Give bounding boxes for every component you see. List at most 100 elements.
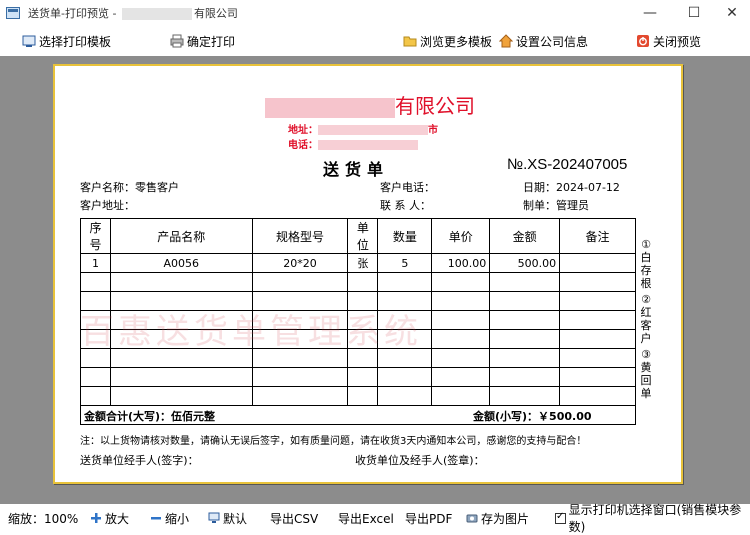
contact-person: 联 系 人：	[380, 199, 431, 212]
toolbar: 选择打印模板 确定打印 浏览更多模板 设置公司信息 关闭预览	[0, 26, 750, 56]
table-cell	[109, 386, 253, 406]
table-cell	[559, 272, 636, 292]
total-lower: 金额(小写)：￥500.00	[473, 410, 592, 423]
save-image-button[interactable]: 存为图片	[466, 510, 529, 526]
home-icon	[498, 34, 514, 48]
table-cell: 1	[80, 253, 111, 273]
app-icon	[6, 7, 20, 19]
table-cell	[347, 272, 379, 292]
table-row	[80, 367, 636, 387]
customer-address: 客户地址：	[80, 199, 135, 212]
table-cell	[431, 348, 491, 368]
customer-phone: 客户电话：	[380, 181, 435, 194]
default-zoom-button[interactable]: 默认	[208, 510, 247, 526]
table-cell	[251, 367, 349, 387]
table-cell	[251, 272, 349, 292]
table-row	[80, 386, 636, 406]
table-header-row: 序号 产品名称 规格型号 单位 数量 单价 金额 备注	[80, 218, 636, 254]
close-window-button[interactable]: ✕	[712, 0, 750, 26]
column-header: 序号	[80, 218, 111, 254]
table-cell	[347, 386, 379, 406]
table-cell: 500.00	[489, 253, 561, 273]
select-template-button[interactable]: 选择打印模板	[22, 32, 111, 50]
stub-red: ②红客户	[640, 293, 652, 345]
window-title: 送货单-打印预览 - 有限公司	[28, 7, 238, 20]
monitor-icon	[208, 512, 220, 524]
minus-icon	[150, 512, 162, 524]
table-cell	[431, 310, 491, 330]
print-preview-area[interactable]: 有限公司 地址：市 电话： 送货单 №.XS-202407005 客户名称：零售…	[0, 56, 750, 504]
table-row	[80, 272, 636, 292]
table-cell	[559, 386, 636, 406]
table-cell	[431, 329, 491, 349]
table-cell	[489, 386, 561, 406]
show-printer-label: 显示打印机选择窗口(销售模块参数)	[568, 503, 742, 534]
table-cell	[559, 367, 636, 387]
table-cell	[559, 291, 636, 311]
totals-row: 金额合计(大写)：伍佰元整 金额(小写)：￥500.00	[80, 405, 636, 425]
table-cell	[109, 367, 253, 387]
table-cell	[431, 272, 491, 292]
company-address: 地址：市	[288, 125, 438, 136]
table-cell	[80, 367, 111, 387]
export-csv-button[interactable]: 导出CSV	[270, 510, 318, 526]
sender-signature: 送货单位经手人(签字)：	[80, 454, 199, 467]
table-cell	[109, 272, 253, 292]
statusbar: 缩放：100% 放大 缩小 默认 导出CSV 导出Excel 导出PDF 存为图…	[0, 503, 750, 534]
close-preview-button[interactable]: 关闭预览	[636, 32, 701, 50]
zoom-out-button[interactable]: 缩小	[150, 510, 189, 526]
table-cell	[80, 386, 111, 406]
total-upper: 金额合计(大写)：伍佰元整	[84, 410, 216, 423]
stub-white: ①白存根	[640, 238, 652, 290]
table-cell: 5	[377, 253, 433, 273]
company-name: 有限公司	[265, 90, 475, 119]
zoom-in-label: 放大	[105, 511, 130, 526]
export-pdf-button[interactable]: 导出PDF	[405, 510, 452, 526]
table-cell	[489, 291, 561, 311]
table-cell	[489, 310, 561, 330]
table-cell	[377, 367, 433, 387]
confirm-print-button[interactable]: 确定打印	[170, 32, 235, 50]
browse-templates-label: 浏览更多模板	[420, 34, 493, 49]
confirm-print-label: 确定打印	[187, 34, 236, 49]
table-cell	[431, 367, 491, 387]
table-cell	[377, 386, 433, 406]
customer-name: 客户名称：零售客户	[80, 181, 179, 194]
table-cell: 张	[347, 253, 379, 273]
maximize-button[interactable]: ☐	[674, 0, 714, 26]
camera-icon	[466, 512, 478, 524]
table-cell	[431, 291, 491, 311]
default-zoom-label: 默认	[223, 511, 248, 526]
table-cell	[347, 367, 379, 387]
show-printer-checkbox[interactable]: 显示打印机选择窗口(销售模块参数)	[555, 503, 750, 534]
table-cell	[251, 386, 349, 406]
column-header: 备注	[559, 218, 636, 254]
table-cell	[489, 329, 561, 349]
column-header: 金额	[489, 218, 561, 254]
column-header: 单位	[347, 218, 379, 254]
minimize-button[interactable]: —	[630, 0, 670, 26]
watermark: 百惠送货单管理系统	[80, 312, 422, 352]
stub-yellow: ③黄回单	[640, 348, 652, 400]
table-cell	[489, 367, 561, 387]
company-info-label: 设置公司信息	[516, 34, 589, 49]
select-template-label: 选择打印模板	[39, 34, 112, 49]
table-cell	[489, 348, 561, 368]
company-info-button[interactable]: 设置公司信息	[498, 32, 589, 50]
checkbox-checked-icon	[555, 511, 566, 524]
table-cell: 20*20	[251, 253, 349, 273]
table-cell	[559, 329, 636, 349]
table-cell	[377, 272, 433, 292]
table-cell	[559, 348, 636, 368]
receiver-signature: 收货单位及经手人(签章)：	[355, 454, 485, 467]
table-row: 1 A0056 20*20 张 5 100.00 500.00	[80, 253, 636, 273]
table-cell: A0056	[109, 253, 253, 273]
company-phone: 电话：	[288, 136, 418, 151]
browse-templates-button[interactable]: 浏览更多模板	[403, 32, 492, 50]
zoom-in-button[interactable]: 放大	[90, 510, 129, 526]
save-image-label: 存为图片	[481, 511, 530, 526]
template-icon	[22, 34, 36, 48]
export-excel-button[interactable]: 导出Excel	[338, 510, 394, 526]
table-cell	[431, 386, 491, 406]
column-header: 数量	[377, 218, 433, 254]
